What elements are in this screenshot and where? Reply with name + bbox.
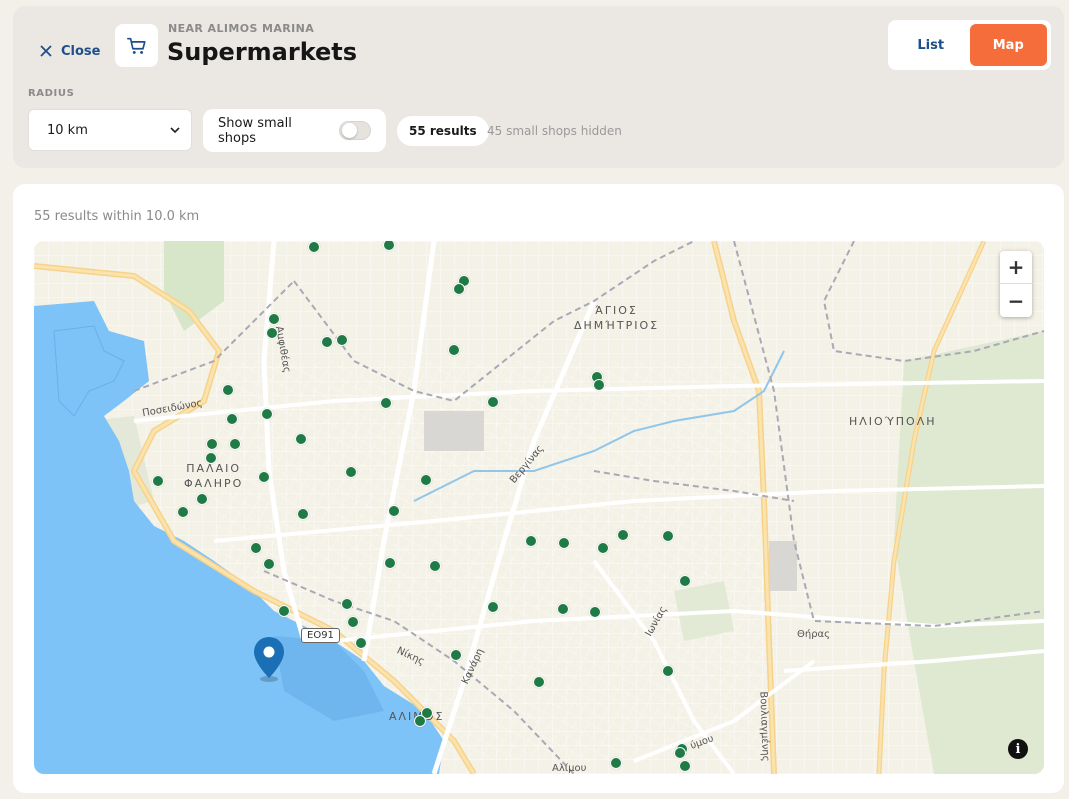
store-marker[interactable] <box>487 396 499 408</box>
store-marker[interactable] <box>177 506 189 518</box>
store-marker[interactable] <box>679 760 691 772</box>
view-toggle: List Map <box>888 20 1051 70</box>
chevron-down-icon <box>170 127 180 134</box>
store-marker[interactable] <box>558 537 570 549</box>
store-marker[interactable] <box>557 603 569 615</box>
close-label: Close <box>61 43 101 59</box>
store-marker[interactable] <box>261 408 273 420</box>
street-label-thiras: Θήρας <box>797 629 831 640</box>
zoom-out-button[interactable]: − <box>1000 284 1032 317</box>
area-label-palaio-faliro: ΠΑΛΑΙΟ ΦΑΛΗΡΟ <box>184 461 243 491</box>
small-shops-toggle-control[interactable]: Show small shops <box>203 109 386 152</box>
store-marker[interactable] <box>593 379 605 391</box>
location-subtitle: NEAR ALIMOS MARINA <box>168 22 315 35</box>
area-label-ilioupoli: ΗΛΙΟΎΠΟΛΗ <box>849 415 937 428</box>
close-button[interactable]: Close <box>39 36 100 66</box>
store-marker[interactable] <box>205 452 217 464</box>
zoom-controls: + − <box>1000 251 1032 317</box>
store-marker[interactable] <box>533 676 545 688</box>
store-marker[interactable] <box>336 334 348 346</box>
store-marker[interactable] <box>380 397 392 409</box>
list-view-button[interactable]: List <box>892 24 970 66</box>
results-summary: 55 results within 10.0 km <box>34 209 200 224</box>
store-marker[interactable] <box>487 601 499 613</box>
store-marker[interactable] <box>679 575 691 587</box>
info-icon[interactable]: i <box>1008 739 1028 759</box>
store-marker[interactable] <box>263 558 275 570</box>
radius-select[interactable]: 10 km <box>28 109 192 151</box>
store-marker[interactable] <box>429 560 441 572</box>
store-marker[interactable] <box>295 433 307 445</box>
map-view[interactable]: ΆΓΙΟΣ ΔΗΜΉΤΡΙΟΣ ΗΛΙΟΎΠΟΛΗ ΠΑΛΑΙΟ ΦΑΛΗΡΟ … <box>34 241 1044 774</box>
small-shops-label: Show small shops <box>218 115 292 146</box>
radius-label: RADIUS <box>28 88 75 99</box>
store-marker[interactable] <box>525 535 537 547</box>
store-marker[interactable] <box>347 616 359 628</box>
category-icon-tile <box>115 24 158 67</box>
store-marker[interactable] <box>355 637 367 649</box>
store-marker[interactable] <box>297 508 309 520</box>
store-marker[interactable] <box>268 313 280 325</box>
store-marker[interactable] <box>345 466 357 478</box>
store-marker[interactable] <box>617 529 629 541</box>
radius-value: 10 km <box>47 122 88 138</box>
store-marker[interactable] <box>226 413 238 425</box>
store-marker[interactable] <box>414 715 426 727</box>
area-label-line: ΔΗΜΉΤΡΙΟΣ <box>574 319 660 332</box>
store-marker[interactable] <box>266 327 278 339</box>
close-icon <box>40 45 52 57</box>
store-marker[interactable] <box>453 283 465 295</box>
store-marker[interactable] <box>384 557 396 569</box>
store-marker[interactable] <box>662 530 674 542</box>
store-marker[interactable] <box>222 384 234 396</box>
results-count-badge: 55 results <box>397 116 489 146</box>
store-marker[interactable] <box>321 336 333 348</box>
store-marker[interactable] <box>341 598 353 610</box>
store-marker[interactable] <box>597 542 609 554</box>
store-marker[interactable] <box>206 438 218 450</box>
store-marker[interactable] <box>610 757 622 769</box>
location-pin-icon[interactable] <box>252 636 286 682</box>
road-shield-eo91: ΕΟ91 <box>301 628 340 643</box>
store-marker[interactable] <box>196 493 208 505</box>
store-marker[interactable] <box>662 665 674 677</box>
area-label-agios-dimitrios: ΆΓΙΟΣ ΔΗΜΉΤΡΙΟΣ <box>574 303 659 333</box>
store-marker[interactable] <box>308 241 320 253</box>
small-shops-switch[interactable] <box>338 121 371 140</box>
page-title: Supermarkets <box>167 38 358 66</box>
store-marker[interactable] <box>450 649 462 661</box>
results-panel: 55 results within 10.0 km ΆΓΙΟΣ ΔΗΜΉΤΡΙΟ… <box>13 184 1064 793</box>
switch-knob <box>341 123 357 138</box>
hidden-shops-note: 45 small shops hidden <box>487 124 622 138</box>
area-label-line: ΦΑΛΗΡΟ <box>184 477 244 490</box>
map-view-button[interactable]: Map <box>969 24 1047 66</box>
store-marker[interactable] <box>420 474 432 486</box>
area-label-line: ΆΓΙΟΣ <box>595 304 638 317</box>
store-marker[interactable] <box>589 606 601 618</box>
store-marker[interactable] <box>258 471 270 483</box>
zoom-in-button[interactable]: + <box>1000 251 1032 284</box>
street-label-alimou: Αλίμου <box>552 763 587 774</box>
store-marker[interactable] <box>388 505 400 517</box>
store-marker[interactable] <box>152 475 164 487</box>
store-marker[interactable] <box>448 344 460 356</box>
store-marker[interactable] <box>229 438 241 450</box>
store-marker[interactable] <box>674 747 686 759</box>
store-marker[interactable] <box>250 542 262 554</box>
shopping-cart-icon <box>126 37 146 54</box>
header-bar: Close NEAR ALIMOS MARINA Supermarkets Li… <box>13 6 1064 168</box>
store-marker[interactable] <box>278 605 290 617</box>
